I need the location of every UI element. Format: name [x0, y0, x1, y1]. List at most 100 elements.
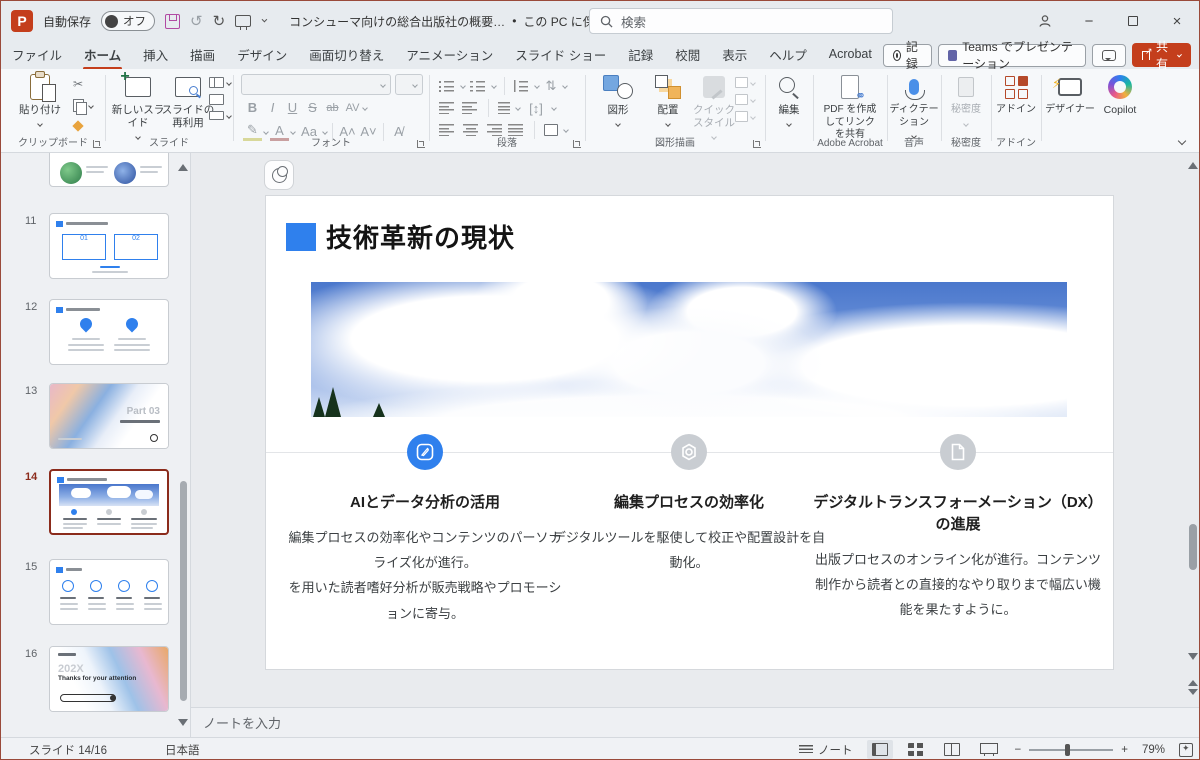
section-button[interactable]: [209, 111, 231, 120]
tab-help[interactable]: ヘルプ: [758, 40, 818, 71]
scroll-up-icon[interactable]: [1188, 157, 1198, 169]
undo-icon[interactable]: ↺: [190, 12, 203, 30]
font-size-combobox[interactable]: [395, 74, 423, 95]
format-painter-icon[interactable]: [73, 121, 86, 134]
designer-button[interactable]: デザイナー: [1043, 72, 1097, 117]
shape-fill-icon[interactable]: [735, 77, 755, 88]
notes-toggle-button[interactable]: ノート: [799, 742, 853, 758]
tab-transitions[interactable]: 画面切り替え: [298, 40, 395, 71]
tab-slideshow[interactable]: スライド ショー: [504, 40, 617, 71]
slide-layout-button[interactable]: [209, 77, 231, 88]
editing-button[interactable]: 編集: [762, 72, 816, 130]
tab-view[interactable]: 表示: [711, 40, 758, 71]
shape-effects-icon[interactable]: [735, 111, 755, 122]
close-button[interactable]: ×: [1155, 1, 1199, 41]
column-dx[interactable]: デジタルトランスフォーメーション（DX）の進展 出版プロセスのオンライン化が進行…: [813, 434, 1103, 624]
addins-button[interactable]: アドイン: [989, 72, 1043, 117]
thumbnail-scroll-down-icon[interactable]: [178, 719, 188, 731]
character-spacing-button[interactable]: AV: [343, 102, 362, 114]
tab-insert[interactable]: 挿入: [132, 40, 179, 71]
tab-draw[interactable]: 描画: [179, 40, 226, 71]
slide-sorter-view-button[interactable]: [903, 740, 929, 759]
zoom-in-button[interactable]: +: [1121, 744, 1128, 756]
italic-button[interactable]: I: [263, 100, 282, 115]
quick-styles-button[interactable]: クイック スタイル: [687, 72, 741, 143]
reading-view-button[interactable]: [939, 740, 965, 759]
paragraph-dialog-launcher[interactable]: [573, 140, 581, 148]
thumbnail-slide-12[interactable]: [49, 299, 169, 365]
collapse-ribbon-chevron-icon[interactable]: [1178, 137, 1186, 145]
maximize-button[interactable]: [1111, 1, 1155, 41]
tab-design[interactable]: デザイン: [226, 40, 298, 71]
slideshow-view-button[interactable]: [975, 740, 1001, 759]
scrollbar-thumb[interactable]: [1189, 524, 1197, 570]
previous-slide-button[interactable]: [1188, 675, 1198, 686]
search-input[interactable]: 検索: [589, 8, 893, 34]
notes-pane[interactable]: ノートを入力: [191, 707, 1200, 737]
thumbnail-slide-13[interactable]: Part 03: [49, 383, 169, 449]
create-pdf-button[interactable]: PDF を作成してリンクを共有: [823, 72, 877, 142]
shape-outline-icon[interactable]: [735, 94, 755, 105]
next-slide-button[interactable]: [1188, 689, 1198, 700]
account-icon[interactable]: [1023, 1, 1067, 41]
text-direction-icon[interactable]: [↕]: [526, 101, 546, 116]
sky-image[interactable]: [311, 282, 1067, 417]
bullets-icon[interactable]: [439, 80, 456, 92]
teams-present-button[interactable]: Teams でプレゼンテーション: [938, 44, 1086, 67]
tab-acrobat[interactable]: Acrobat: [818, 42, 883, 68]
fit-slide-to-window-icon[interactable]: [1179, 743, 1193, 757]
normal-view-button[interactable]: [867, 740, 893, 759]
new-slide-button[interactable]: + 新しいスライド: [111, 72, 165, 143]
thumbnail-slide-14-selected[interactable]: [49, 469, 169, 535]
tab-file[interactable]: ファイル: [1, 40, 73, 71]
sensitivity-button[interactable]: 秘密度: [939, 72, 993, 130]
tab-review[interactable]: 校閲: [664, 40, 711, 71]
column-ai[interactable]: AIとデータ分析の活用 編集プロセスの効率化やコンテンツのパーソナライズ化が進行…: [285, 434, 565, 627]
font-name-combobox[interactable]: [241, 74, 391, 95]
strikethrough-button[interactable]: S: [303, 100, 322, 115]
drawing-dialog-launcher[interactable]: [753, 140, 761, 148]
zoom-slider[interactable]: [1029, 749, 1113, 751]
copy-icon[interactable]: [73, 99, 85, 113]
increase-indent-icon[interactable]: [462, 102, 479, 114]
decrease-indent-icon[interactable]: [439, 102, 456, 114]
thumbnail-slide-15[interactable]: [49, 559, 169, 625]
start-slideshow-icon[interactable]: [235, 15, 251, 27]
font-dialog-launcher[interactable]: [417, 140, 425, 148]
underline-button[interactable]: U: [283, 100, 302, 115]
autosave-toggle[interactable]: オフ: [101, 11, 155, 31]
vertical-scrollbar[interactable]: [1187, 153, 1199, 707]
numbering-icon[interactable]: [470, 80, 487, 92]
thumbnail-slide-10[interactable]: [49, 153, 169, 187]
tab-record[interactable]: 記録: [617, 40, 664, 71]
redo-icon[interactable]: ↻: [213, 12, 226, 30]
zoom-out-button[interactable]: −: [1015, 744, 1022, 756]
zoom-slider-thumb[interactable]: [1065, 744, 1070, 756]
sort-text-icon[interactable]: ⇅: [544, 78, 558, 94]
line-spacing-icon[interactable]: [513, 80, 530, 92]
cut-icon[interactable]: ✂: [73, 77, 83, 91]
comments-button[interactable]: [1092, 44, 1126, 67]
tab-animations[interactable]: アニメーション: [395, 40, 504, 71]
bold-button[interactable]: B: [243, 100, 262, 115]
language-indicator[interactable]: 日本語: [165, 742, 200, 758]
share-button[interactable]: 共有: [1132, 43, 1191, 67]
dictate-button[interactable]: ディクテーション: [887, 72, 941, 142]
shapes-button[interactable]: 図形: [591, 72, 645, 130]
slide-indicator[interactable]: スライド 14/16: [29, 742, 107, 758]
copilot-button[interactable]: Copilot: [1093, 72, 1147, 117]
reset-slide-button[interactable]: [209, 94, 231, 105]
slide-title[interactable]: 技術革新の現状: [326, 218, 515, 255]
minimize-button[interactable]: −: [1067, 1, 1111, 41]
record-button[interactable]: 記録: [883, 44, 932, 67]
canvas-copilot-button[interactable]: [264, 160, 294, 190]
thumbnail-slide-16[interactable]: 202X Thanks for your attention: [49, 646, 169, 712]
document-title[interactable]: コンシューマ向けの総合出版社の概要…: [289, 13, 505, 30]
text-shadow-button[interactable]: ab: [323, 102, 342, 114]
thumbnail-scrollbar[interactable]: [180, 481, 187, 701]
reuse-slides-button[interactable]: スライドの再利用: [161, 72, 215, 130]
thumbnail-scroll-up-icon[interactable]: [178, 159, 188, 171]
paste-button[interactable]: 貼り付け: [13, 72, 67, 130]
tab-home[interactable]: ホーム: [73, 40, 132, 71]
save-icon[interactable]: [165, 14, 180, 29]
